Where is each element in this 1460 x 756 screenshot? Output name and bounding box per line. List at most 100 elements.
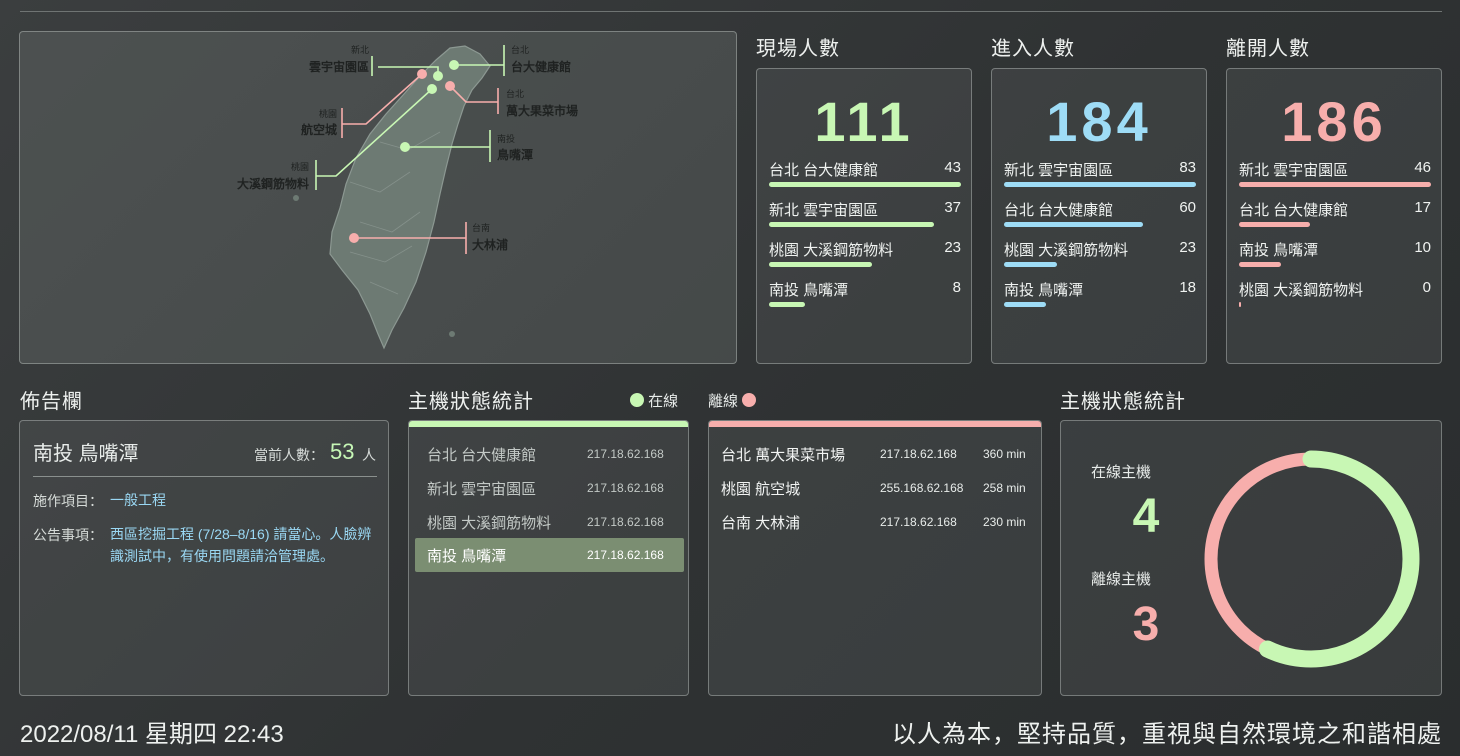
host-name: 台南 大林浦 — [721, 515, 801, 532]
marker-dalinpu[interactable] — [349, 233, 359, 243]
online-host-row-selected[interactable]: 南投 鳥嘴潭 217.18.62.168 — [415, 538, 684, 572]
announce-value: 西區挖掘工程 (7/28–8/16) 請當心。人臉辨識測試中，有使用問題請洽管理… — [110, 526, 372, 564]
row-site: 新北 雲宇宙園區 — [769, 202, 879, 219]
stats-title: 主機狀態統計 — [1060, 391, 1186, 413]
count-row[interactable]: 南投 鳥嘴潭 8 — [769, 279, 961, 319]
host-ip: 217.18.62.168 — [587, 447, 664, 461]
row-site: 南投 鳥嘴潭 — [1004, 282, 1084, 299]
row-bar — [1004, 222, 1143, 227]
current-count-unit: 人 — [362, 447, 376, 463]
map-label-city: 台南 — [472, 222, 490, 233]
map-label-site: 鳥嘴潭 — [497, 147, 533, 162]
left-title: 離開人數 — [1226, 38, 1310, 60]
map-label-site: 航空城 — [301, 122, 337, 137]
onsite-card: 111 台北 台大健康館 43 新北 雲宇宙園區 37 桃園 大溪鋼筋物料 23 南投… — [756, 68, 972, 364]
header-divider — [20, 11, 1442, 12]
count-row[interactable]: 台北 台大健康館 17 — [1239, 199, 1431, 239]
host-ip: 217.18.62.168 — [880, 515, 957, 529]
count-row[interactable]: 南投 鳥嘴潭 18 — [1004, 279, 1196, 319]
footer-slogan: 以人為本，堅持品質，重視與自然環境之和諧相處 — [892, 721, 1442, 748]
map-label-site: 大林浦 — [472, 237, 508, 252]
online-host-row[interactable]: 桃園 大溪鋼筋物料 217.18.62.168 — [415, 505, 684, 539]
row-bar — [1239, 302, 1241, 307]
entered-total: 184 — [1046, 90, 1152, 153]
host-ip: 217.18.62.168 — [587, 515, 664, 529]
row-value: 43 — [944, 159, 961, 176]
row-value: 0 — [1422, 279, 1431, 296]
host-ip: 217.18.62.168 — [587, 481, 664, 495]
marker-daxi[interactable] — [427, 84, 437, 94]
online-legend-label: 在線 — [648, 393, 679, 410]
offline-legend: 離線 — [708, 390, 757, 411]
host-status-donut — [1202, 450, 1420, 668]
row-site: 台北 台大健康館 — [1239, 202, 1349, 219]
row-bar — [1004, 262, 1058, 267]
taiwan-island — [329, 45, 491, 350]
count-row[interactable]: 新北 雲宇宙園區 46 — [1239, 159, 1431, 199]
taiwan-map-panel: 新北 雲宇宙園區 台北 台大健康館 台北 萬大果菜市場 桃園 航空城 南投 鳥嘴… — [19, 31, 737, 364]
online-legend: 在線 — [630, 390, 678, 411]
online-host-row[interactable]: 新北 雲宇宙園區 217.18.62.168 — [415, 471, 684, 505]
row-bar — [769, 302, 805, 307]
count-row[interactable]: 台北 台大健康館 60 — [1004, 199, 1196, 239]
offline-host-row[interactable]: 台北 萬大果菜市場 217.18.62.168 360 min — [709, 437, 1043, 471]
row-bar — [1239, 262, 1281, 267]
taiwan-map: 新北 雲宇宙園區 台北 台大健康館 台北 萬大果菜市場 桃園 航空城 南投 鳥嘴… — [237, 44, 578, 350]
onsite-title: 現場人數 — [756, 38, 840, 60]
offline-duration: 360 min — [983, 447, 1026, 461]
work-item-value: 一般工程 — [110, 492, 166, 508]
notice-title: 佈告欄 — [20, 391, 83, 413]
marker-airport[interactable] — [417, 69, 427, 79]
row-bar — [1239, 222, 1310, 227]
row-value: 18 — [1179, 279, 1196, 296]
row-bar — [769, 182, 961, 187]
host-name: 桃園 大溪鋼筋物料 — [427, 515, 552, 532]
row-site: 桃園 大溪鋼筋物料 — [769, 242, 894, 259]
map-label-city: 桃園 — [319, 108, 337, 119]
count-row[interactable]: 桃園 大溪鋼筋物料 0 — [1239, 279, 1431, 319]
penghu-islands — [293, 195, 299, 201]
row-value: 46 — [1414, 159, 1431, 176]
count-row[interactable]: 南投 鳥嘴潭 10 — [1239, 239, 1431, 279]
online-host-row[interactable]: 台北 台大健康館 217.18.62.168 — [415, 437, 684, 471]
marker-niaozui[interactable] — [400, 142, 410, 152]
host-name: 台北 萬大果菜市場 — [721, 447, 846, 464]
entered-title: 進入人數 — [991, 38, 1075, 60]
count-row[interactable]: 桃園 大溪鋼筋物料 23 — [769, 239, 961, 279]
marker-ntu[interactable] — [449, 60, 459, 70]
count-row[interactable]: 新北 雲宇宙園區 83 — [1004, 159, 1196, 199]
row-value: 17 — [1414, 199, 1431, 216]
marker-wanda[interactable] — [445, 81, 455, 91]
host-name: 新北 雲宇宙園區 — [427, 481, 537, 498]
map-label-site: 萬大果菜市場 — [506, 103, 578, 118]
map-label-city: 南投 — [497, 133, 515, 144]
announce-label: 公告事項： — [33, 527, 103, 543]
row-site: 桃園 大溪鋼筋物料 — [1239, 282, 1364, 299]
row-site: 南投 鳥嘴潭 — [1239, 242, 1319, 259]
offline-host-row[interactable]: 桃園 航空城 255.168.62.168 258 min — [709, 471, 1043, 505]
offline-duration: 258 min — [983, 481, 1026, 495]
left-card: 186 新北 雲宇宙園區 46 台北 台大健康館 17 南投 鳥嘴潭 10 桃園 大溪… — [1226, 68, 1442, 364]
count-row[interactable]: 新北 雲宇宙園區 37 — [769, 199, 961, 239]
marker-yunyuzhou[interactable] — [433, 71, 443, 81]
host-ip: 255.168.62.168 — [880, 481, 964, 495]
map-label-site: 台大健康館 — [511, 59, 571, 74]
row-bar — [769, 222, 935, 227]
count-row[interactable]: 桃園 大溪鋼筋物料 23 — [1004, 239, 1196, 279]
onsite-total: 111 — [814, 90, 914, 153]
host-name: 台北 台大健康館 — [427, 447, 537, 464]
map-label-city: 桃園 — [291, 161, 309, 172]
row-value: 10 — [1414, 239, 1431, 256]
row-value: 23 — [1179, 239, 1196, 256]
count-row[interactable]: 台北 台大健康館 43 — [769, 159, 961, 199]
work-item-label: 施作項目： — [33, 493, 103, 509]
row-value: 37 — [944, 199, 961, 216]
notice-divider — [33, 476, 377, 477]
host-name: 南投 鳥嘴潭 — [427, 548, 507, 565]
row-bar — [1239, 182, 1431, 187]
online-dot-icon — [630, 393, 644, 407]
row-value: 23 — [944, 239, 961, 256]
offline-hosts-list: 台北 萬大果菜市場 217.18.62.168 360 min 桃園 航空城 255.… — [708, 420, 1042, 696]
row-site: 南投 鳥嘴潭 — [769, 282, 849, 299]
offline-host-row[interactable]: 台南 大林浦 217.18.62.168 230 min — [709, 505, 1043, 539]
